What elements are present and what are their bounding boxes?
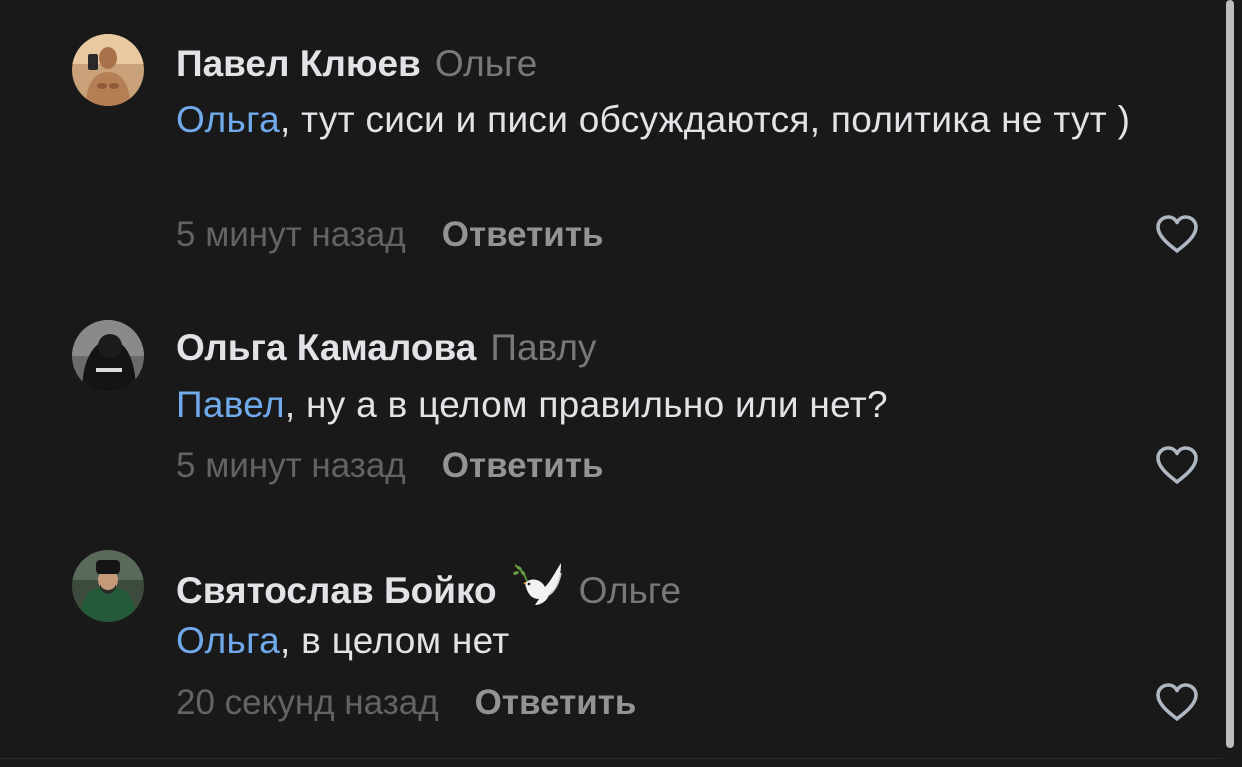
mention-link[interactable]: Павел — [176, 384, 285, 425]
comment-meta: 20 секунд назад Ответить — [176, 681, 636, 725]
author-name[interactable]: Павел Клюев — [176, 43, 421, 84]
comment-body: , ну а в целом правильно или нет? — [284, 384, 888, 425]
comment-time: 20 секунд назад — [176, 683, 439, 722]
reply-button[interactable]: Ответить — [442, 215, 604, 254]
comment-header: Павел Клюев Ольге — [176, 42, 537, 86]
avatar[interactable] — [72, 550, 144, 622]
author-name[interactable]: Святослав Бойко — [176, 570, 497, 611]
comment-header: Ольга Камалова Павлу — [176, 326, 596, 370]
mention-link[interactable]: Ольга — [176, 99, 280, 140]
comments-page: Павел Клюев Ольге Ольга, тут сиси и писи … — [0, 0, 1242, 767]
reply-button[interactable]: Ответить — [442, 446, 604, 485]
comment-time: 5 минут назад — [176, 215, 406, 254]
comment-body: , в целом нет — [280, 620, 510, 661]
reply-to-label[interactable]: Павлу — [490, 327, 596, 368]
comment-time: 5 минут назад — [176, 446, 406, 485]
like-heart-icon[interactable] — [1154, 681, 1200, 723]
like-heart-icon[interactable] — [1154, 444, 1200, 486]
scrollbar-thumb[interactable] — [1226, 0, 1234, 748]
like-heart-icon[interactable] — [1154, 213, 1200, 255]
comment-meta: 5 минут назад Ответить — [176, 213, 603, 257]
comment-text: Ольга, в целом нет — [176, 613, 1206, 669]
comment-text: Ольга, тут сиси и писи обсуждаются, поли… — [176, 92, 1206, 148]
reply-to-label[interactable]: Ольге — [579, 570, 682, 611]
comment-body: , тут сиси и писи обсуждаются, политика … — [280, 99, 1131, 140]
reply-to-label[interactable]: Ольге — [435, 43, 538, 84]
author-name[interactable]: Ольга Камалова — [176, 327, 476, 368]
avatar[interactable] — [72, 34, 144, 106]
comment-text: Павел, ну а в целом правильно или нет? — [176, 377, 1206, 433]
bottom-divider — [0, 758, 1242, 759]
avatar[interactable] — [72, 320, 144, 392]
comment-meta: 5 минут назад Ответить — [176, 444, 603, 488]
dove-emoji-icon — [511, 559, 565, 609]
mention-link[interactable]: Ольга — [176, 620, 280, 661]
reply-button[interactable]: Ответить — [475, 683, 637, 722]
comment-header: Святослав Бойко Ольге — [176, 559, 681, 613]
